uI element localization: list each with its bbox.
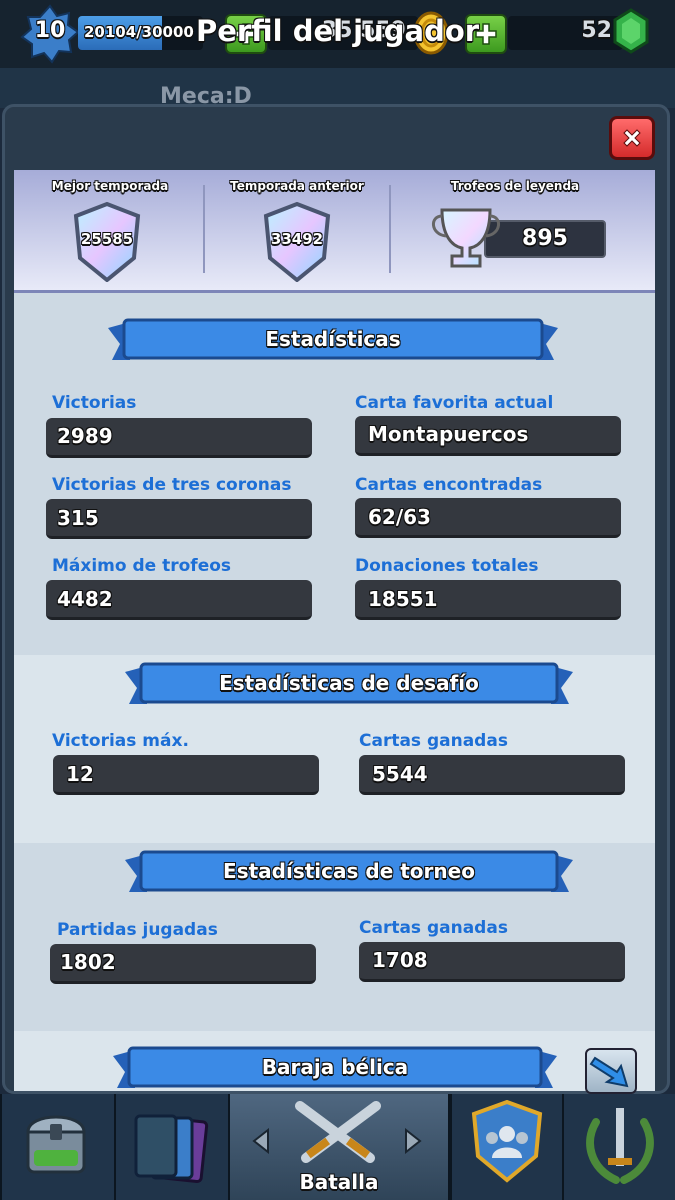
max-trophies-value: 4482 (57, 587, 113, 611)
wins-value: 2989 (57, 424, 113, 448)
arrow-down-right-icon (589, 1056, 629, 1088)
challenge-cards-won-value: 5544 (372, 762, 428, 786)
modal-title: Perfil del jugador (195, 14, 480, 48)
laurel-sword-icon (586, 1108, 654, 1184)
chevron-left-icon[interactable] (252, 1128, 272, 1154)
cards-found-value: 62/63 (368, 505, 431, 529)
challenge-cards-won-label: Cartas ganadas (359, 731, 508, 751)
cards-found-label: Cartas encontradas (355, 475, 543, 495)
challenge-max-wins-label: Victorias máx. (52, 731, 189, 751)
previous-season-value: 33492 (270, 230, 324, 248)
clan-shield-icon (471, 1100, 543, 1183)
close-x-icon (623, 129, 641, 147)
favorite-card-label: Carta favorita actual (355, 393, 554, 413)
three-crown-wins-label: Victorias de tres coronas (52, 475, 292, 495)
chevron-right-icon[interactable] (402, 1128, 422, 1154)
background-profile-strip (0, 68, 675, 108)
tournament-games-label: Partidas jugadas (57, 920, 218, 940)
deck-title: Baraja bélica (261, 1055, 409, 1079)
legend-trophies-value: 895 (522, 226, 568, 251)
legend-trophies-label: Trofeos de leyenda (450, 179, 580, 193)
best-season-label: Mejor temporada (51, 179, 169, 193)
trophy-divider (203, 185, 205, 273)
total-donations-value: 18551 (368, 587, 438, 611)
stats-title: Estadísticas (265, 327, 401, 351)
trophy-divider (389, 185, 391, 273)
previous-season-label: Temporada anterior (230, 179, 364, 193)
copy-deck-button[interactable] (585, 1048, 637, 1094)
best-season-value: 25585 (80, 230, 134, 248)
close-button[interactable] (609, 116, 655, 160)
total-donations-label: Donaciones totales (355, 556, 539, 576)
challenge-max-wins-value: 12 (66, 762, 94, 786)
cards-icon (134, 1114, 209, 1184)
tournament-title: Estadísticas de torneo (223, 859, 475, 883)
three-crown-wins-value: 315 (57, 506, 99, 530)
max-trophies-label: Máximo de trofeos (52, 556, 232, 576)
challenge-title: Estadísticas de desafío (219, 671, 479, 695)
tournament-cards-won-value: 1708 (372, 948, 428, 972)
crossed-swords-icon (295, 1101, 381, 1163)
favorite-card-value: Montapuercos (368, 422, 529, 446)
wins-label: Victorias (52, 393, 137, 413)
battle-tab-label: Batalla (299, 1170, 379, 1194)
tournament-games-value: 1802 (60, 950, 116, 974)
tournament-cards-won-label: Cartas ganadas (359, 918, 508, 938)
chest-icon (26, 1115, 86, 1174)
